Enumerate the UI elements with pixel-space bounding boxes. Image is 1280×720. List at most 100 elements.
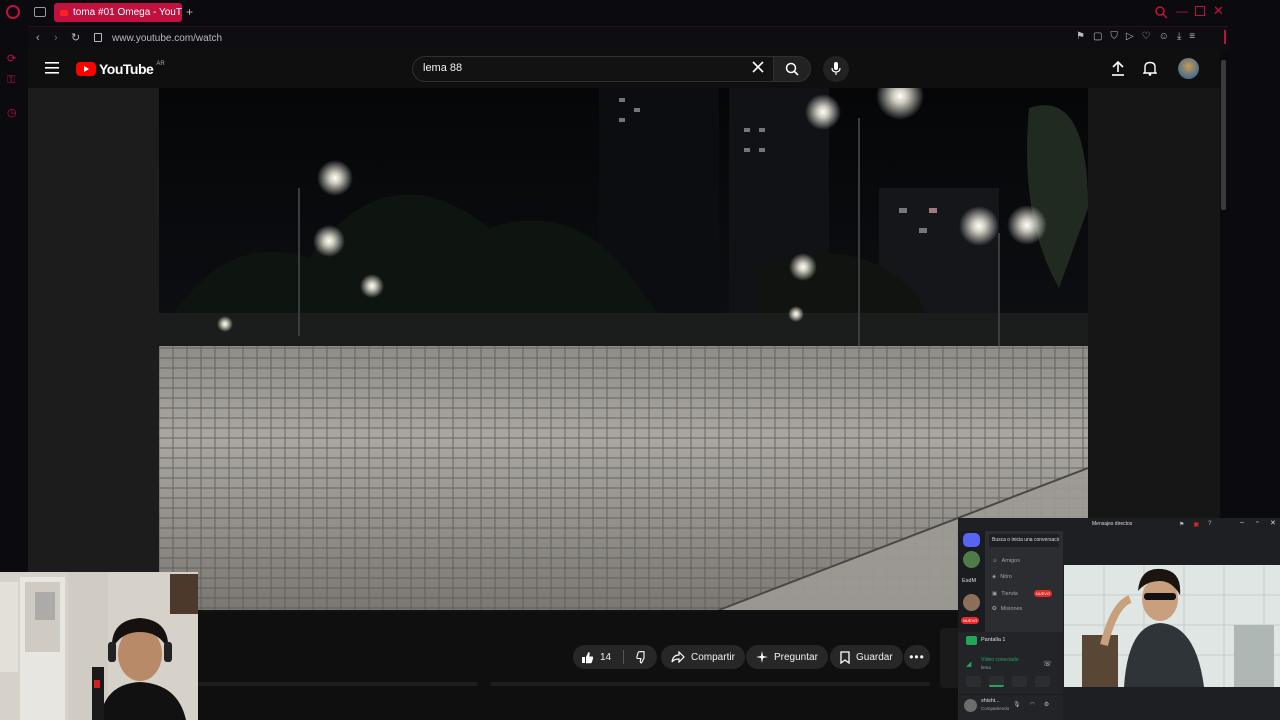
threads-icon[interactable]: ⚑ <box>1179 521 1184 528</box>
video-call-feed <box>1064 565 1280 687</box>
back-button[interactable]: ‹ <box>36 32 40 44</box>
region-code: AR <box>156 61 165 67</box>
page-scrollbar[interactable] <box>1221 60 1226 210</box>
streamer-webcam <box>0 572 198 720</box>
browser-search-icon[interactable] <box>1154 5 1168 19</box>
ask-button[interactable]: Preguntar <box>746 645 828 669</box>
server-avatar[interactable] <box>963 594 980 611</box>
forward-button[interactable]: › <box>54 32 58 44</box>
ambient-left <box>28 88 159 572</box>
inbox-icon[interactable]: ▣ <box>1193 521 1199 528</box>
video-frame-night-plaza <box>159 88 1088 610</box>
soundboard-icon[interactable] <box>1035 676 1050 687</box>
help-icon[interactable]: ? <box>1208 521 1211 528</box>
stream-title[interactable]: Pantalla 1 <box>981 637 1005 643</box>
adblock-shield-icon[interactable]: ⛉ <box>1110 31 1118 42</box>
server-new-badge: NUEVO <box>961 617 980 624</box>
mute-microphone-icon[interactable]: 🎙︎ <box>1013 701 1021 708</box>
discord-home-icon[interactable] <box>963 533 980 547</box>
server-label[interactable]: EsdM <box>962 578 976 584</box>
deafen-headphones-icon[interactable]: ◠ <box>1030 701 1035 708</box>
nitro-icon: ◈ <box>992 574 997 580</box>
guide-menu-icon[interactable] <box>45 62 59 74</box>
like-count: 14 <box>600 651 612 663</box>
user-status: Compartiendo <box>981 706 1010 711</box>
create-upload-icon[interactable] <box>1111 61 1125 76</box>
share-button[interactable]: Compartir <box>661 645 745 669</box>
save-bookmark-icon <box>840 650 850 664</box>
sidebar-history-icon[interactable]: ◷ <box>7 106 17 119</box>
url-field[interactable]: www.youtube.com/watch <box>112 33 222 44</box>
discord-search-input[interactable]: Busca o inicia una conversación <box>989 534 1059 547</box>
discord-window-title: Mensajes directos <box>1092 521 1133 527</box>
avatar[interactable] <box>1178 58 1199 79</box>
signal-icon[interactable]: ◢ <box>966 660 971 668</box>
new-tab-button[interactable]: + <box>186 5 193 19</box>
dislike-button[interactable] <box>636 650 649 664</box>
player-icon[interactable]: ▷ <box>1126 31 1134 42</box>
description-placeholder <box>198 682 478 686</box>
thumbs-down-icon <box>636 650 645 664</box>
microphone-icon <box>831 62 841 75</box>
heart-icon[interactable]: ♡ <box>1142 31 1151 42</box>
nav-shop[interactable]: ▣ Tienda NUEVO <box>992 590 1053 597</box>
tab-active[interactable]: toma #01 Omega - YouTube <box>54 3 182 22</box>
shop-icon: ▣ <box>992 590 998 597</box>
youtube-play-logo-icon <box>76 62 96 76</box>
sidebar-flow-icon[interactable]: ⟳ <box>7 52 16 65</box>
voice-search-button[interactable] <box>823 56 849 82</box>
nav-nitro[interactable]: ◈ Nitro <box>992 574 1012 580</box>
voice-channel[interactable]: lema <box>981 665 991 670</box>
minimize-button[interactable]: — <box>1176 4 1188 18</box>
save-button[interactable]: Guardar <box>830 645 903 669</box>
like-button[interactable]: 14 <box>581 651 611 664</box>
maximize-button[interactable] <box>1195 6 1205 16</box>
share-label: Compartir <box>691 651 735 663</box>
notifications-bell-icon[interactable] <box>1143 61 1157 76</box>
video-player[interactable] <box>159 88 1088 610</box>
youtube-logo[interactable]: YouTube AR <box>76 61 165 77</box>
voice-status: Vídeo conectado <box>981 657 1019 663</box>
disconnect-icon[interactable]: ☏ <box>1043 660 1052 668</box>
nav-quests[interactable]: ✪ Misiones <box>992 606 1022 612</box>
profile-icon[interactable]: ☺ <box>1159 31 1169 42</box>
save-label: Guardar <box>856 651 893 663</box>
search-input[interactable] <box>412 56 774 82</box>
search-icon <box>785 62 799 76</box>
thumbs-up-icon <box>582 651 594 663</box>
opera-logo-icon[interactable] <box>6 5 20 19</box>
like-separator <box>623 650 624 664</box>
side-panel-edge <box>940 628 958 688</box>
download-icon[interactable]: ⤓ <box>1177 31 1181 42</box>
username[interactable]: shishi... <box>981 698 1000 704</box>
discord-titlebar: Mensajes directos – ▫ ✕ <box>958 518 1280 531</box>
lock-icon[interactable] <box>94 33 102 42</box>
quests-icon: ✪ <box>992 606 997 612</box>
camera-toggle-icon[interactable] <box>966 676 981 687</box>
discord-maximize-button[interactable]: ▫ <box>1256 519 1258 526</box>
user-avatar[interactable] <box>964 699 977 712</box>
discord-close-button[interactable]: ✕ <box>1270 519 1276 527</box>
tab-title: toma #01 Omega - YouTube <box>73 7 182 18</box>
nav-friends[interactable]: ☺ Amigos <box>992 558 1020 564</box>
screen-share-toggle-icon[interactable] <box>989 676 1004 687</box>
shop-new-badge: NUEVO <box>1033 590 1053 597</box>
server-avatar[interactable] <box>963 551 980 568</box>
sidebar-wallet-icon[interactable]: ⚿ <box>7 74 15 87</box>
reload-button[interactable]: ↻ <box>71 31 80 44</box>
workspaces-icon[interactable] <box>34 7 46 17</box>
user-controls: 🎙︎ ◠ ⚙ <box>1013 701 1049 708</box>
user-settings-gear-icon[interactable]: ⚙ <box>1044 701 1049 708</box>
bookmark-icon[interactable]: ⚑ <box>1076 31 1085 42</box>
discord-title-tools: ⚑ ▣ ? <box>1179 521 1211 528</box>
clear-search-icon[interactable] <box>752 61 764 73</box>
search-button[interactable] <box>773 56 811 82</box>
youtube-favicon-icon <box>60 9 68 16</box>
snapshot-icon[interactable]: ▢ <box>1093 31 1102 42</box>
discord-minimize-button[interactable]: – <box>1240 519 1244 526</box>
activities-icon[interactable] <box>1012 676 1027 687</box>
sparkle-icon <box>756 651 768 663</box>
close-window-button[interactable]: ✕ <box>1213 3 1224 19</box>
menu-icon[interactable]: ≡ <box>1189 31 1195 42</box>
more-actions-button[interactable]: ••• <box>904 645 930 669</box>
